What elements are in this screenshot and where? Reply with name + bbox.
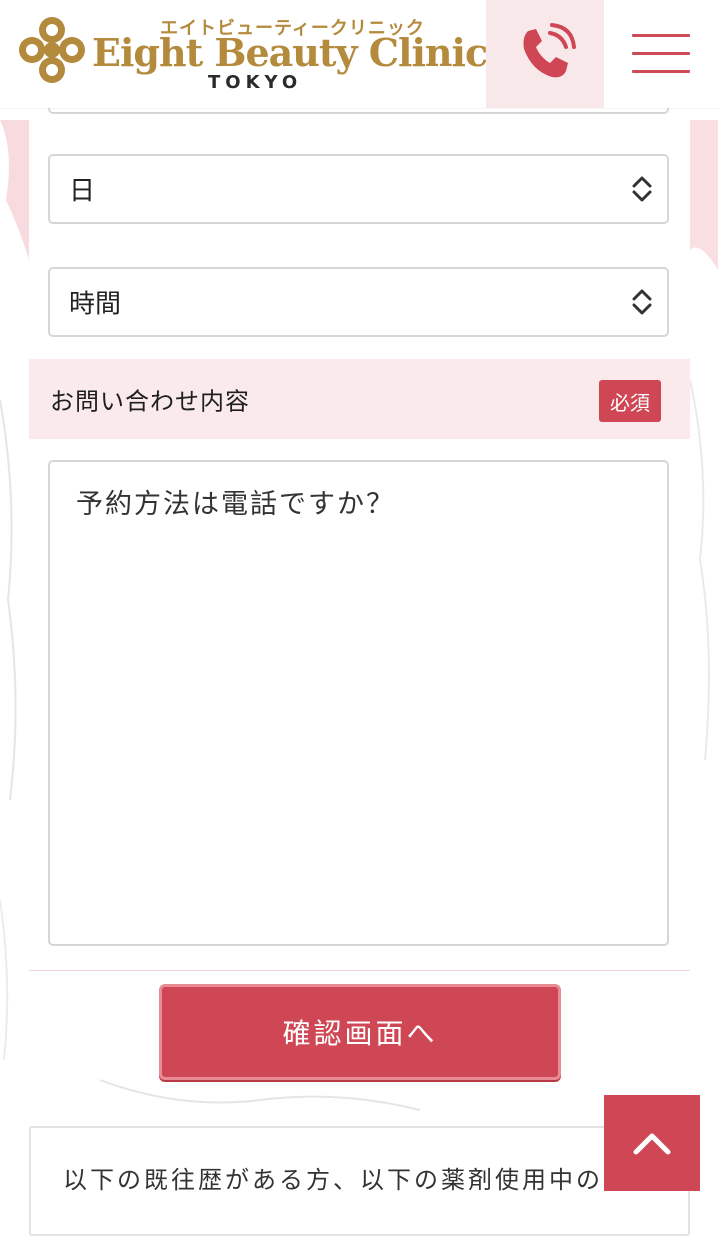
hamburger-menu-button[interactable]	[620, 18, 702, 88]
select-arrows-icon	[632, 289, 652, 315]
select-arrows-icon	[632, 176, 652, 202]
logo-sub-text: TOKYO	[208, 72, 303, 93]
inquiry-textarea[interactable]: 予約方法は電話ですか？	[48, 460, 669, 946]
hamburger-line	[632, 51, 690, 55]
required-badge: 必須	[599, 380, 661, 422]
page-top-button[interactable]	[604, 1095, 700, 1191]
time-select[interactable]: 時間	[48, 267, 669, 337]
hamburger-line	[632, 69, 690, 73]
notice-text: 以下の既往歴がある方、以下の薬剤使用中の方	[63, 1166, 630, 1194]
confirm-button[interactable]: 確認画面へ	[159, 984, 561, 1080]
inquiry-label: お問い合わせ内容	[50, 387, 250, 416]
phone-icon	[523, 23, 576, 78]
hamburger-line	[632, 33, 690, 37]
inquiry-field-header: お問い合わせ内容 必須	[29, 359, 690, 439]
notice-box: 以下の既往歴がある方、以下の薬剤使用中の方	[29, 1126, 690, 1236]
phone-call-button[interactable]	[486, 0, 604, 108]
day-select-value: 日	[69, 176, 96, 207]
day-select[interactable]: 日	[48, 154, 669, 224]
clinic-logo[interactable]: エイトビューティークリニック Eight Beauty Clinic TOKYO	[18, 12, 488, 93]
contact-form: 日 時間 お問い合わせ内容 必須 予約方法は電話ですか？	[29, 78, 690, 971]
logo-name-text: Eight Beauty Clinic	[92, 30, 488, 75]
flower-emblem-icon	[19, 17, 85, 83]
chevron-up-icon	[633, 1133, 671, 1155]
time-select-value: 時間	[69, 289, 122, 320]
site-header: エイトビューティークリニック Eight Beauty Clinic TOKYO	[0, 0, 718, 108]
